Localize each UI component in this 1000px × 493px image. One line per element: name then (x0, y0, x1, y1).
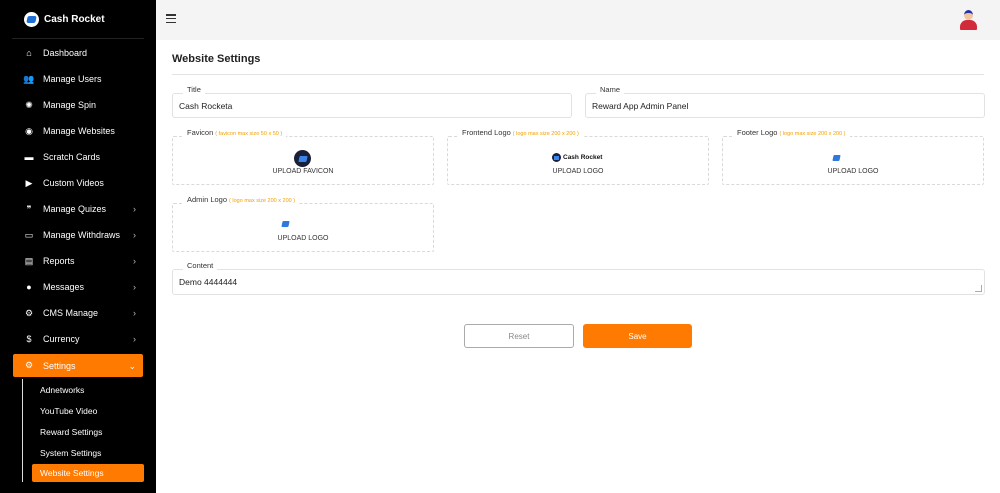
sidebar-item-manage-quizes[interactable]: ❞ Manage Quizes › (0, 196, 156, 222)
brand-name: Cash Rocket (44, 14, 105, 25)
sidebar: Cash Rocket ⌂ Dashboard 👥 Manage Users ✺ Mana… (0, 0, 156, 493)
sidebar-item-currency[interactable]: $ Currency › (0, 326, 156, 352)
sidebar-item-cms-manage[interactable]: ⚙ CMS Manage › (0, 300, 156, 326)
title-field[interactable]: Title Cash Rocketa (172, 85, 572, 118)
sidebar-nav: ⌂ Dashboard 👥 Manage Users ✺ Manage Spin ◉ Mana… (0, 40, 156, 377)
sidebar-item-label: Settings (43, 360, 76, 371)
submenu-item-reward-settings[interactable]: Reward Settings (23, 421, 144, 442)
frontend-logo-upload[interactable]: Frontend Logo( logo max size 200 x 200 )… (447, 128, 709, 185)
sidebar-item-label: Messages (43, 282, 85, 292)
sidebar-item-label: Dashboard (43, 48, 88, 58)
admin-logo-preview-icon (281, 221, 290, 227)
sidebar-item-manage-websites[interactable]: ◉ Manage Websites (0, 118, 156, 144)
upload-favicon-button[interactable]: UPLOAD FAVICON (173, 168, 433, 175)
resize-handle-icon[interactable] (975, 285, 982, 292)
favicon-label: Favicon( favicon max size 50 x 50 ) (183, 128, 287, 137)
sidebar-item-label: Manage Users (43, 74, 102, 84)
hamburger-menu-icon[interactable] (166, 14, 176, 23)
sidebar-item-scratch-cards[interactable]: ▬ Scratch Cards (0, 144, 156, 170)
sidebar-item-label: Manage Spin (43, 100, 97, 110)
content-field[interactable]: Content Demo 4444444 (172, 261, 985, 295)
page-title: Website Settings (172, 53, 261, 65)
chevron-right-icon: › (133, 256, 136, 266)
sidebar-item-manage-withdraws[interactable]: ▭ Manage Withdraws › (0, 222, 156, 248)
frontend-logo-text: Cash Rocket (563, 154, 603, 161)
currency-icon: $ (26, 334, 32, 344)
content-label: Content (183, 261, 218, 270)
admin-logo-upload[interactable]: Admin Logo( logo max size 200 x 200 ) UP… (172, 195, 434, 252)
reset-button[interactable]: Reset (464, 324, 574, 348)
chevron-right-icon: › (133, 334, 136, 344)
cogs-icon: ⚙ (24, 307, 34, 318)
report-icon: ▤ (24, 255, 34, 266)
cogs-icon: ⚙ (24, 360, 34, 370)
sidebar-item-messages[interactable]: ● Messages › (0, 274, 156, 300)
sidebar-item-label: Custom Videos (43, 178, 104, 188)
chat-icon: ● (26, 282, 32, 292)
sidebar-item-label: Currency (43, 334, 80, 344)
admin-logo-label: Admin Logo( logo max size 200 x 200 ) (183, 195, 300, 204)
sidebar-item-label: Manage Quizes (43, 204, 107, 214)
sidebar-item-label: Manage Websites (43, 126, 115, 136)
footer-logo-label: Footer Logo( logo max size 200 x 200 ) (733, 128, 850, 137)
divider (12, 38, 144, 39)
quote-icon: ❞ (26, 203, 32, 214)
save-button[interactable]: Save (583, 324, 692, 348)
divider (172, 74, 984, 75)
chevron-right-icon: › (133, 308, 136, 318)
name-label: Name (596, 85, 625, 94)
upload-footer-logo-button[interactable]: UPLOAD LOGO (723, 168, 983, 175)
play-icon: ▶ (25, 177, 33, 188)
submenu-item-youtube-video[interactable]: YouTube Video (23, 400, 144, 421)
sidebar-item-manage-spin[interactable]: ✺ Manage Spin (0, 92, 156, 118)
spinner-icon: ✺ (25, 99, 33, 110)
sidebar-item-label: Manage Withdraws (43, 230, 121, 240)
submenu-item-adnetworks[interactable]: Adnetworks (23, 379, 144, 400)
sidebar-item-reports[interactable]: ▤ Reports › (0, 248, 156, 274)
footer-logo-preview-icon (832, 155, 841, 161)
favicon-preview-icon (294, 150, 311, 167)
main-content: Website Settings Title Cash Rocketa Name… (156, 40, 1000, 493)
sidebar-item-label: CMS Manage (43, 308, 99, 318)
upload-admin-logo-button[interactable]: UPLOAD LOGO (173, 235, 433, 242)
sidebar-item-dashboard[interactable]: ⌂ Dashboard (0, 40, 156, 66)
footer-logo-upload[interactable]: Footer Logo( logo max size 200 x 200 ) U… (722, 128, 984, 185)
sidebar-item-label: Scratch Cards (43, 152, 101, 162)
chevron-right-icon: › (133, 204, 136, 214)
sidebar-item-label: Reports (43, 256, 75, 266)
users-icon: 👥 (23, 73, 35, 84)
card-icon: ▬ (24, 152, 34, 162)
chevron-down-icon: ⌄ (128, 361, 136, 371)
avatar[interactable] (959, 8, 978, 31)
name-field[interactable]: Name Reward App Admin Panel (585, 85, 985, 118)
sidebar-item-custom-videos[interactable]: ▶ Custom Videos (0, 170, 156, 196)
title-input[interactable]: Cash Rocketa (179, 101, 232, 111)
title-label: Title (183, 85, 205, 94)
rocket-logo-icon (24, 12, 39, 27)
sidebar-item-manage-users[interactable]: 👥 Manage Users (0, 66, 156, 92)
globe-icon: ◉ (25, 125, 33, 136)
sidebar-item-settings[interactable]: ⚙ Settings ⌄ (13, 354, 143, 377)
frontend-logo-label: Frontend Logo( logo max size 200 x 200 ) (458, 128, 583, 137)
frontend-logo-preview: Cash Rocket (552, 153, 602, 162)
submenu-item-system-settings[interactable]: System Settings (23, 442, 144, 463)
topbar (156, 0, 1000, 40)
name-input[interactable]: Reward App Admin Panel (592, 101, 688, 111)
credit-card-icon: ▭ (24, 229, 34, 240)
submenu-item-website-settings[interactable]: Website Settings (32, 464, 144, 482)
rocket-logo-icon (552, 153, 561, 162)
favicon-upload[interactable]: Favicon( favicon max size 50 x 50 ) UPLO… (172, 128, 434, 185)
brand[interactable]: Cash Rocket (24, 11, 105, 28)
home-icon: ⌂ (26, 48, 32, 58)
chevron-right-icon: › (133, 282, 136, 292)
upload-frontend-logo-button[interactable]: UPLOAD LOGO (448, 168, 708, 175)
settings-submenu: Adnetworks YouTube Video Reward Settings Sy… (22, 379, 144, 482)
content-textarea[interactable]: Demo 4444444 (179, 277, 237, 287)
chevron-right-icon: › (133, 230, 136, 240)
